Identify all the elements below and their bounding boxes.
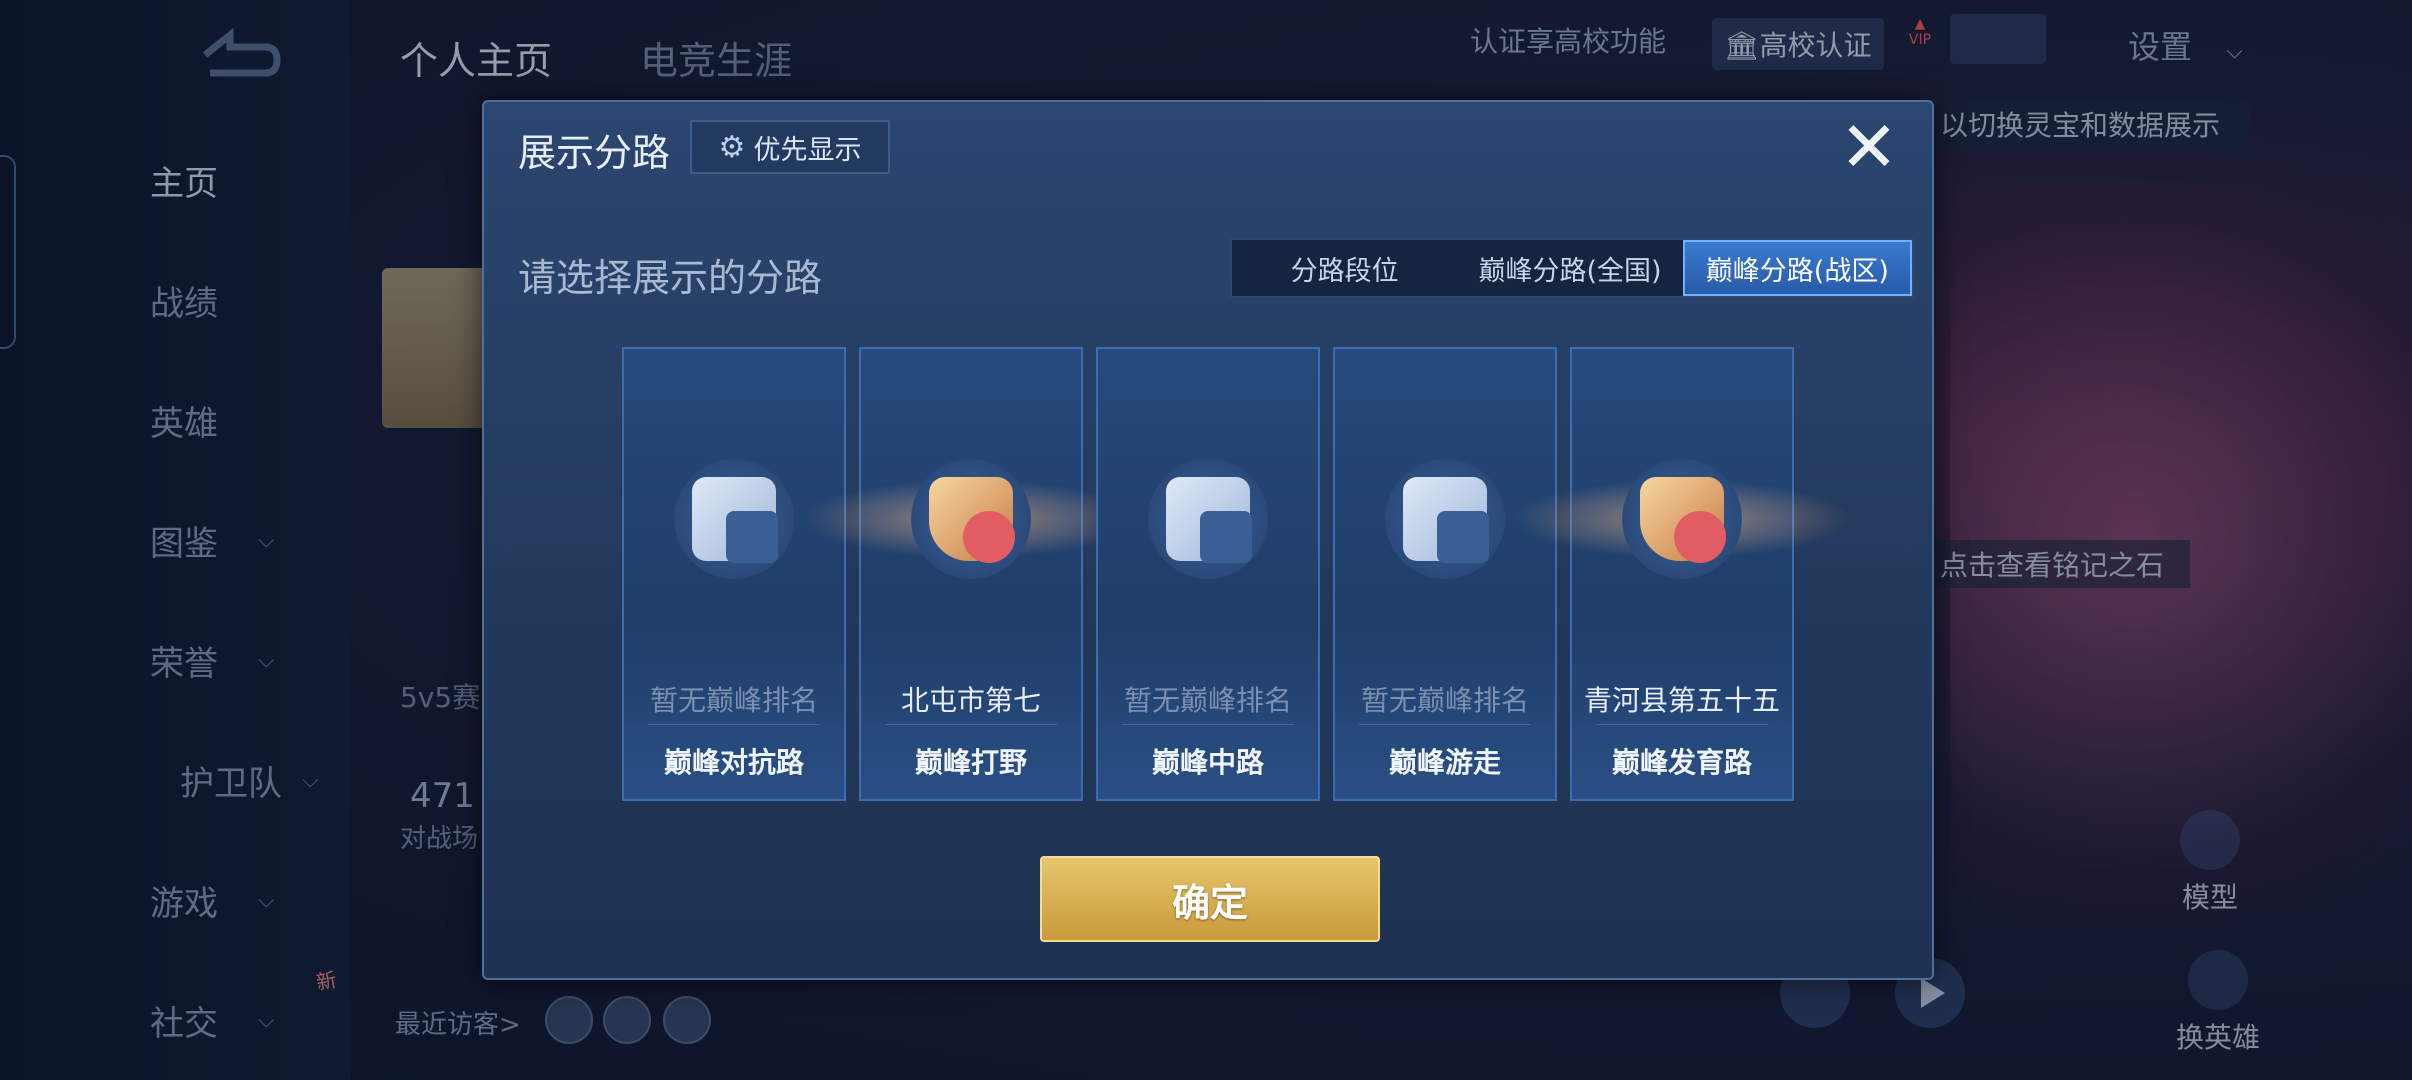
divider (885, 724, 1057, 725)
close-icon[interactable]: ✕ (1834, 112, 1904, 184)
lane-card-farm[interactable]: 青河县第五十五 巅峰发育路 (1512, 347, 1852, 801)
divider (1596, 724, 1768, 725)
lane-name: 巅峰发育路 (1611, 746, 1752, 779)
farm-lane-badge-icon (1622, 459, 1742, 579)
lane-card-roam[interactable]: 暂无巅峰排名 巅峰游走 (1333, 347, 1557, 801)
tab-lane-rank[interactable]: 分路段位 (1232, 240, 1457, 296)
tab-peak-national[interactable]: 巅峰分路(全国) (1457, 240, 1682, 296)
mid-lane-icon (1148, 459, 1268, 579)
priority-display-button[interactable]: ⚙ 优先显示 (690, 120, 890, 174)
divider (648, 724, 820, 725)
confirm-button[interactable]: 确定 (1040, 856, 1380, 942)
jungle-badge-icon (911, 459, 1031, 579)
gear-icon: ⚙ (718, 129, 746, 165)
dialog-subtitle: 请选择展示的分路 (518, 256, 823, 300)
lane-card-jungle[interactable]: 北屯市第七 巅峰打野 (801, 347, 1141, 801)
tab-peak-region[interactable]: 巅峰分路(战区) (1682, 240, 1912, 296)
dialog-title: 展示分路 (518, 131, 671, 175)
lane-name: 巅峰中路 (1151, 746, 1264, 779)
clash-lane-icon (674, 459, 794, 579)
lane-name: 巅峰游走 (1388, 746, 1501, 779)
lane-display-dialog: 展示分路 ⚙ 优先显示 ✕ 请选择展示的分路 分路段位 巅峰分路(全国) 巅峰分… (482, 100, 1934, 980)
lane-rank: 青河县第五十五 (1583, 684, 1780, 717)
priority-display-label: 优先显示 (753, 134, 862, 166)
lane-rank: 暂无巅峰排名 (1360, 684, 1529, 717)
lane-name: 巅峰对抗路 (663, 746, 804, 779)
divider (1359, 724, 1531, 725)
divider (1122, 724, 1294, 725)
roam-icon (1385, 459, 1505, 579)
lane-name: 巅峰打野 (914, 746, 1027, 779)
lane-filter-tabs: 分路段位 巅峰分路(全国) 巅峰分路(战区) (1230, 238, 1914, 298)
lane-rank: 暂无巅峰排名 (1123, 684, 1292, 717)
lane-rank: 北屯市第七 (900, 684, 1041, 717)
lane-rank: 暂无巅峰排名 (649, 684, 818, 717)
lane-card-clash[interactable]: 暂无巅峰排名 巅峰对抗路 (622, 347, 846, 801)
lane-card-mid[interactable]: 暂无巅峰排名 巅峰中路 (1096, 347, 1320, 801)
